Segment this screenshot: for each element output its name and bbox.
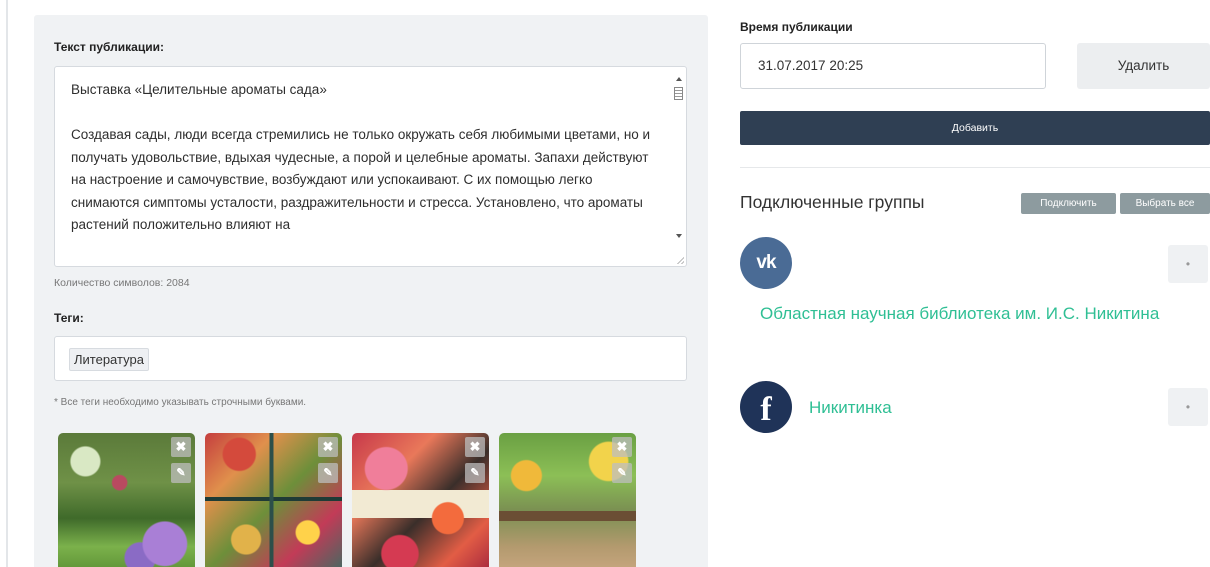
image-thumbnail-patio[interactable]: ✖ ✎ xyxy=(499,433,636,567)
image-thumbnail-magazines[interactable]: ✖ ✎ xyxy=(205,433,342,567)
group-link-vk[interactable]: Областная научная библиотека им. И.С. Ни… xyxy=(760,301,1160,327)
connected-groups-title: Подключенные группы xyxy=(740,192,925,212)
scroll-thumb[interactable] xyxy=(674,87,683,100)
remove-image-icon[interactable]: ✖ xyxy=(465,437,485,457)
publish-time-label: Время публикации xyxy=(740,20,853,34)
add-button[interactable]: Добавить xyxy=(740,111,1210,145)
remove-image-icon[interactable]: ✖ xyxy=(318,437,338,457)
resize-grip-icon[interactable] xyxy=(676,256,684,264)
edit-image-icon[interactable]: ✎ xyxy=(465,463,485,483)
facebook-icon: f xyxy=(740,381,792,433)
post-text-area[interactable]: Выставка «Целительные ароматы сада» Созд… xyxy=(54,66,687,267)
delete-button[interactable]: Удалить xyxy=(1077,43,1210,89)
vk-icon: vk xyxy=(740,237,792,289)
divider xyxy=(740,167,1210,168)
remove-image-icon[interactable]: ✖ xyxy=(171,437,191,457)
connect-button[interactable]: Подключить xyxy=(1021,193,1116,214)
left-border xyxy=(6,0,8,567)
post-text-label: Текст публикации: xyxy=(54,40,164,54)
tags-label: Теги: xyxy=(54,311,84,325)
edit-image-icon[interactable]: ✎ xyxy=(318,463,338,483)
post-text-scrollbar[interactable] xyxy=(669,67,686,266)
remove-image-icon[interactable]: ✖ xyxy=(612,437,632,457)
post-editor-panel: Текст публикации: Выставка «Целительные … xyxy=(34,15,708,567)
scroll-down-icon[interactable] xyxy=(676,234,682,238)
edit-image-icon[interactable]: ✎ xyxy=(612,463,632,483)
select-all-button[interactable]: Выбрать все xyxy=(1120,193,1210,214)
group-toggle-button[interactable]: • xyxy=(1168,245,1208,283)
publish-time-input[interactable]: 31.07.2017 20:25 xyxy=(740,43,1046,89)
group-link-facebook[interactable]: Никитинка xyxy=(809,395,892,421)
tag-chip[interactable]: Литература xyxy=(69,348,149,371)
group-toggle-button[interactable]: • xyxy=(1168,388,1208,426)
char-count: Количество символов: 2084 xyxy=(54,277,190,289)
image-thumbnail-garden[interactable]: ✖ ✎ xyxy=(58,433,195,567)
tags-note: * Все теги необходимо указывать строчным… xyxy=(54,397,307,408)
scroll-up-icon[interactable] xyxy=(676,77,682,81)
tags-input[interactable]: Литература xyxy=(54,336,687,381)
image-thumbnail-flower-books[interactable]: ✖ ✎ xyxy=(352,433,489,567)
edit-image-icon[interactable]: ✎ xyxy=(171,463,191,483)
post-text-content: Выставка «Целительные ароматы сада» Созд… xyxy=(71,82,651,232)
